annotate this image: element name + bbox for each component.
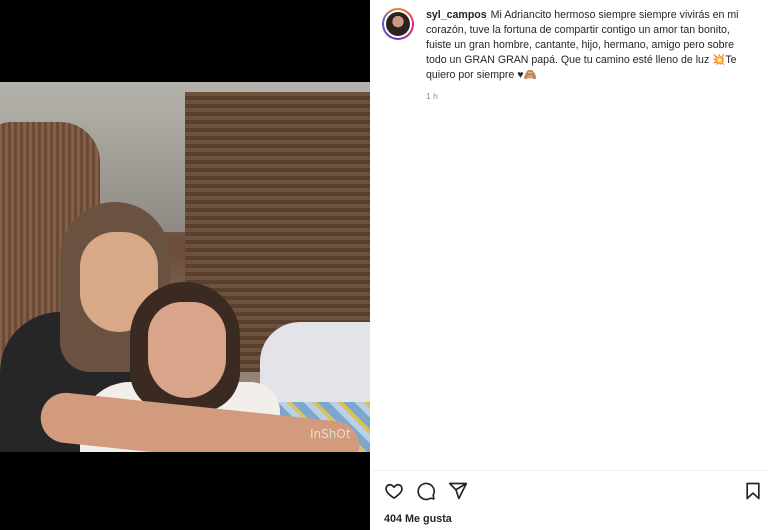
caption: syl_campos Mi Adriancito hermoso siempre … (426, 8, 752, 104)
caption-row: syl_campos Mi Adriancito hermoso siempre … (382, 8, 754, 104)
post-photo: InShOt (0, 82, 370, 452)
likes-count[interactable]: 404 Me gusta (384, 513, 452, 525)
comment-button[interactable] (413, 478, 439, 504)
heart-icon (385, 483, 403, 499)
like-button[interactable] (381, 478, 407, 504)
post-timestamp[interactable]: 1 h (426, 89, 752, 104)
post-side-panel: syl_campos Mi Adriancito hermoso siempre … (372, 0, 768, 530)
save-button[interactable] (740, 478, 766, 504)
photo-person2-face (148, 302, 226, 398)
photo-watermark: InShOt (310, 427, 351, 441)
avatar[interactable] (382, 8, 414, 40)
send-icon (448, 482, 468, 500)
bookmark-icon (746, 482, 760, 500)
action-bar (372, 478, 768, 508)
post-media[interactable]: InShOt (0, 0, 370, 530)
avatar-image (386, 12, 410, 36)
username-link[interactable]: syl_campos (426, 9, 487, 21)
comment-icon (417, 482, 435, 501)
share-button[interactable] (445, 478, 471, 504)
actions-divider (372, 470, 768, 471)
